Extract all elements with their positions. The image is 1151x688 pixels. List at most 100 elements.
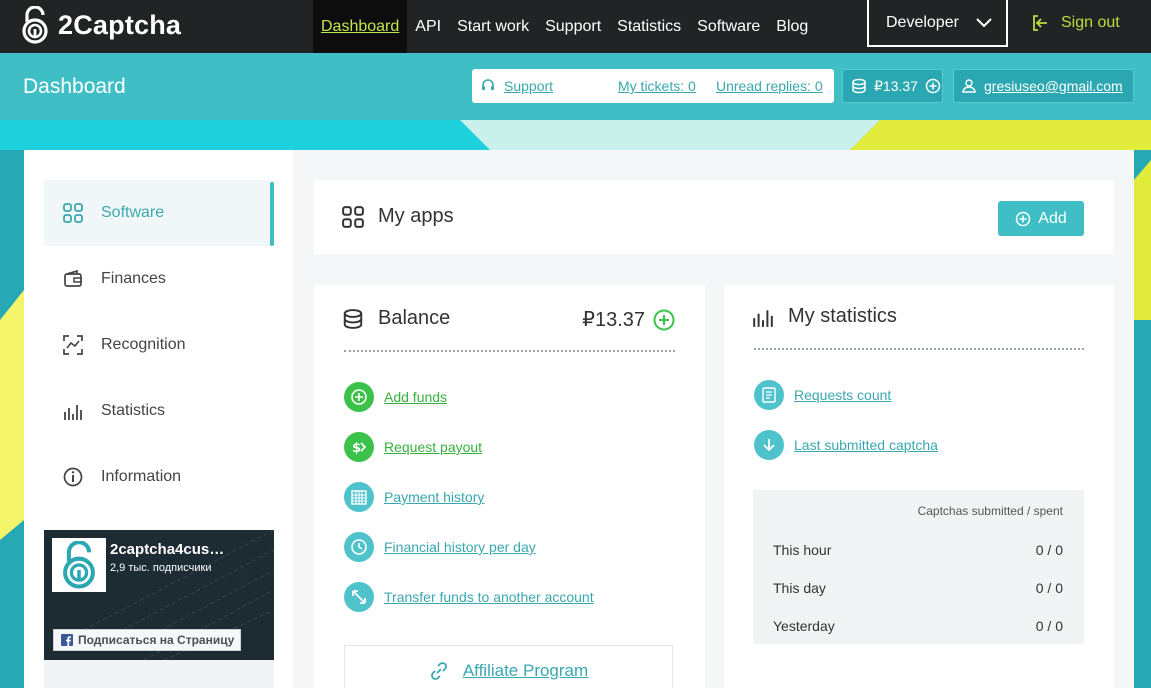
unread-replies-link[interactable]: Unread replies: 0 <box>716 78 823 94</box>
request-payout-link[interactable]: $ Request payout <box>344 432 482 462</box>
sidebar-item-statistics[interactable]: Statistics <box>44 378 274 444</box>
table-row: Yesterday 0 / 0 <box>773 618 1063 634</box>
top-navigation: 2Captcha Dashboard API Start work Suppor… <box>0 0 1151 53</box>
header-balance-amount: ₽13.37 <box>874 77 918 94</box>
nav-support[interactable]: Support <box>537 0 609 53</box>
facebook-widget[interactable]: 2captcha4cus… 2,9 тыс. подписчики Подпис… <box>44 530 274 660</box>
balance-amount: ₽13.37 <box>582 307 675 332</box>
nav-dashboard[interactable]: Dashboard <box>313 0 408 53</box>
sidebar-item-recognition[interactable]: Recognition <box>44 312 274 378</box>
page-title: Dashboard <box>23 75 126 98</box>
link-icon <box>430 661 447 680</box>
table-row: This hour 0 / 0 <box>773 542 1063 558</box>
sidebar-item-software[interactable]: Software <box>44 180 274 246</box>
requests-icon <box>754 380 784 410</box>
svg-text:$: $ <box>352 441 361 456</box>
row-label: This day <box>773 580 826 596</box>
affiliate-program-link[interactable]: Affiliate Program <box>344 645 673 688</box>
statistics-title: My statistics <box>752 305 897 328</box>
facebook-page-logo <box>52 538 106 592</box>
sidebar-item-label: Software <box>101 204 165 221</box>
main-content: Software Finances Recognition Statistics… <box>24 150 1134 688</box>
facebook-followers: 2,9 тыс. подписчики <box>110 562 212 574</box>
my-apps-label: My apps <box>378 205 454 227</box>
row-value: 0 / 0 <box>1035 542 1063 558</box>
my-apps-panel: My apps Add <box>314 180 1114 254</box>
main-nav: Dashboard API Start work Support Statist… <box>313 0 816 53</box>
bar-chart-icon <box>64 405 82 420</box>
divider <box>344 350 675 352</box>
user-email: gresiuseo@gmail.com <box>984 78 1123 94</box>
payment-history-label: Payment history <box>384 489 485 505</box>
balance-title: Balance <box>342 307 450 330</box>
facebook-follow-label: Подписаться на Страницу <box>78 633 235 647</box>
sidebar-item-label: Recognition <box>101 336 186 353</box>
table-header: Captchas submitted / spent <box>917 504 1063 518</box>
row-value: 0 / 0 <box>1035 618 1063 634</box>
facebook-icon <box>61 634 73 646</box>
developer-dropdown[interactable]: Developer <box>867 0 1008 47</box>
row-label: This hour <box>773 542 832 558</box>
row-value: 0 / 0 <box>1035 580 1063 596</box>
nav-blog[interactable]: Blog <box>768 0 816 53</box>
nav-start-work[interactable]: Start work <box>449 0 537 53</box>
affiliate-program-label: Affiliate Program <box>462 660 589 680</box>
row-label: Yesterday <box>773 618 835 634</box>
sidebar-item-label: Information <box>101 468 182 485</box>
add-app-label: Add <box>1038 209 1067 227</box>
transfer-icon <box>344 582 374 612</box>
add-funds-link[interactable]: Add funds <box>344 382 447 412</box>
add-app-button[interactable]: Add <box>998 201 1084 236</box>
my-apps-title: My apps <box>342 205 454 228</box>
financial-history-link[interactable]: Financial history per day <box>344 532 536 562</box>
clock-history-icon <box>344 532 374 562</box>
payment-history-link[interactable]: Payment history <box>344 482 484 512</box>
plus-circle-icon <box>1016 211 1031 226</box>
add-funds-label: Add funds <box>384 389 448 405</box>
nav-software[interactable]: Software <box>689 0 768 53</box>
add-funds-plus-icon[interactable] <box>653 309 675 331</box>
sidebar-item-finances[interactable]: Finances <box>44 246 274 312</box>
transfer-funds-label: Transfer funds to another account <box>384 589 594 605</box>
my-tickets-link[interactable]: My tickets: 0 <box>618 78 696 94</box>
last-captcha-link[interactable]: Last submitted captcha <box>754 430 938 460</box>
nav-statistics[interactable]: Statistics <box>609 0 689 53</box>
transfer-funds-link[interactable]: Transfer funds to another account <box>344 582 594 612</box>
facebook-page-name[interactable]: 2captcha4cus… <box>110 541 224 558</box>
divider <box>754 348 1084 350</box>
user-account[interactable]: gresiuseo@gmail.com <box>953 69 1134 103</box>
balance-value: ₽13.37 <box>582 309 645 331</box>
brand-name: 2Captcha <box>58 9 182 40</box>
grid-icon <box>342 205 364 228</box>
padlock-logo-icon <box>22 6 48 44</box>
chevron-down-icon <box>976 17 992 27</box>
download-icon <box>754 430 784 460</box>
brand-logo[interactable]: 2Captcha <box>22 5 181 45</box>
info-icon <box>63 467 83 487</box>
header-balance[interactable]: ₽13.37 <box>842 69 943 103</box>
requests-count-label: Requests count <box>794 387 892 403</box>
balance-panel: Balance ₽13.37 Add funds $ Request payou… <box>314 285 705 688</box>
grid-icon <box>63 203 83 223</box>
sidebar-item-label: Statistics <box>101 402 166 419</box>
support-label: Support <box>504 78 554 94</box>
sidebar: Software Finances Recognition Statistics… <box>24 150 293 688</box>
facebook-follow-button[interactable]: Подписаться на Страницу <box>53 629 241 651</box>
nav-api[interactable]: API <box>407 0 449 53</box>
signout-link[interactable]: Sign out <box>1031 12 1120 34</box>
sidebar-footer <box>44 660 274 688</box>
bar-chart-icon <box>753 309 773 327</box>
padlock-logo-icon <box>63 541 95 589</box>
requests-count-link[interactable]: Requests count <box>754 380 891 410</box>
coins-icon <box>852 78 866 94</box>
statistics-label: My statistics <box>788 305 897 327</box>
wallet-icon <box>64 269 82 287</box>
coins-icon <box>343 308 363 329</box>
support-link[interactable]: Support <box>480 78 553 94</box>
sidebar-item-information[interactable]: Information <box>44 444 274 510</box>
request-payout-label: Request payout <box>384 439 483 455</box>
headset-icon <box>482 79 494 90</box>
last-captcha-label: Last submitted captcha <box>794 437 938 453</box>
captcha-stats-table: Captchas submitted / spent This hour 0 /… <box>753 490 1084 644</box>
support-box: Support My tickets: 0 Unread replies: 0 <box>472 69 834 103</box>
